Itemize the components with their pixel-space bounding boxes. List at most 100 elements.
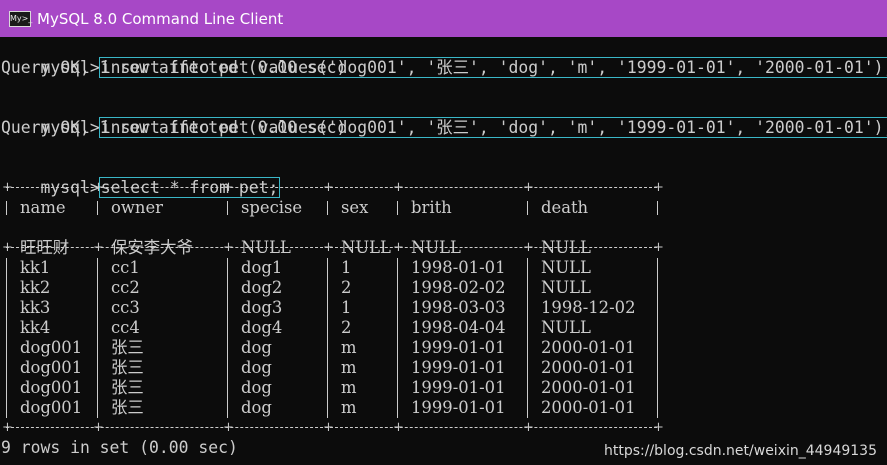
table-cell: 张三 bbox=[111, 378, 144, 397]
table-column-divider bbox=[6, 258, 7, 418]
watermark: https://blog.csdn.net/weixin_44949135 bbox=[603, 443, 877, 459]
table-cell: dog bbox=[241, 358, 272, 377]
result-line: Query OK, 1 row affected (0.00 sec) bbox=[1, 58, 347, 77]
table-cell: dog001 bbox=[20, 378, 83, 397]
table-border-corner: + bbox=[523, 420, 534, 435]
table-border-corner: + bbox=[93, 420, 104, 435]
table-border-corner: + bbox=[323, 240, 334, 255]
table-border-corner: + bbox=[393, 240, 404, 255]
table-border-corner: + bbox=[93, 240, 104, 255]
table-border-corner: + bbox=[2, 240, 13, 255]
table-cell: m bbox=[341, 358, 357, 377]
table-cell: m bbox=[341, 378, 357, 397]
command-line: mysql>select * from pet; bbox=[1, 158, 281, 198]
table-column-divider bbox=[97, 258, 98, 418]
column-header-sex: sex bbox=[341, 198, 369, 217]
table-cell: kk3 bbox=[20, 298, 51, 317]
column-header-owner: owner bbox=[111, 198, 163, 217]
table-column-divider bbox=[527, 258, 528, 418]
result-line: 9 rows in set (0.00 sec) bbox=[1, 438, 238, 457]
table-cell: dog bbox=[241, 378, 272, 397]
table-cell: 1998-04-04 bbox=[411, 318, 506, 337]
table-column-divider bbox=[6, 201, 7, 215]
table-cell: kk2 bbox=[20, 278, 51, 297]
table-cell: 1999-01-01 bbox=[411, 358, 506, 377]
result-line: Query OK, 1 row affected (0.00 sec) bbox=[1, 118, 347, 137]
table-cell: dog001 bbox=[20, 338, 83, 357]
table-border-corner: + bbox=[223, 180, 234, 195]
column-header-brith: brith bbox=[411, 198, 452, 217]
table-border-corner: + bbox=[653, 240, 664, 255]
table-border-corner: + bbox=[2, 420, 13, 435]
table-cell: 2000-01-01 bbox=[541, 398, 636, 417]
table-cell: cc2 bbox=[111, 278, 140, 297]
table-cell: NULL bbox=[541, 238, 591, 257]
table-cell: 2000-01-01 bbox=[541, 358, 636, 377]
command-line: mysql>insert into pet values('dog001', '… bbox=[1, 98, 887, 138]
table-border-corner: + bbox=[653, 420, 664, 435]
table-cell: 1998-03-03 bbox=[411, 298, 506, 317]
table-border-corner: + bbox=[2, 180, 13, 195]
table-cell: 1998-01-01 bbox=[411, 258, 506, 277]
table-border-corner: + bbox=[223, 240, 234, 255]
command-line: mysql>insert into pet values('dog001', '… bbox=[1, 38, 887, 78]
table-cell: m bbox=[341, 398, 357, 417]
table-cell: dog2 bbox=[241, 278, 283, 297]
table-cell: 1998-02-02 bbox=[411, 278, 506, 297]
table-cell: 张三 bbox=[111, 358, 144, 377]
table-cell: NULL bbox=[411, 238, 461, 257]
table-cell: kk4 bbox=[20, 318, 51, 337]
table-cell: dog001 bbox=[20, 358, 83, 377]
table-border-corner: + bbox=[523, 180, 534, 195]
table-border-corner: + bbox=[323, 420, 334, 435]
table-cell: 1999-01-01 bbox=[411, 378, 506, 397]
table-cell: 旺旺财 bbox=[20, 238, 70, 257]
table-cell: NULL bbox=[341, 238, 391, 257]
column-header-specise: specise bbox=[241, 198, 303, 217]
table-cell: kk1 bbox=[20, 258, 51, 277]
table-column-divider bbox=[227, 201, 228, 215]
table-border-corner: + bbox=[393, 420, 404, 435]
table-cell: 1999-01-01 bbox=[411, 398, 506, 417]
table-cell: 1998-12-02 bbox=[541, 298, 636, 317]
table-border-corner: + bbox=[323, 180, 334, 195]
table-cell: 1 bbox=[341, 258, 352, 277]
table-border-corner: + bbox=[653, 180, 664, 195]
table-cell: dog bbox=[241, 338, 272, 357]
table-cell: NULL bbox=[241, 238, 291, 257]
table-column-divider bbox=[97, 201, 98, 215]
console-output[interactable]: mysql>insert into pet values('dog001', '… bbox=[0, 37, 887, 465]
table-cell: NULL bbox=[541, 278, 591, 297]
table-column-divider bbox=[327, 258, 328, 418]
table-border-corner: + bbox=[523, 240, 534, 255]
table-cell: 2 bbox=[341, 278, 352, 297]
title-bar[interactable]: My>_ MySQL 8.0 Command Line Client bbox=[0, 0, 887, 37]
table-cell: NULL bbox=[541, 258, 591, 277]
column-header-name: name bbox=[20, 198, 66, 217]
table-cell: dog001 bbox=[20, 398, 83, 417]
table-cell: NULL bbox=[541, 318, 591, 337]
table-cell: 张三 bbox=[111, 398, 144, 417]
table-cell: cc4 bbox=[111, 318, 140, 337]
table-cell: 2 bbox=[341, 318, 352, 337]
table-column-divider bbox=[657, 258, 658, 418]
column-header-death: death bbox=[541, 198, 589, 217]
table-column-divider bbox=[397, 258, 398, 418]
table-cell: dog4 bbox=[241, 318, 283, 337]
table-cell: 2000-01-01 bbox=[541, 378, 636, 397]
table-cell: cc1 bbox=[111, 258, 140, 277]
table-column-divider bbox=[657, 201, 658, 215]
table-column-divider bbox=[227, 258, 228, 418]
table-column-divider bbox=[327, 201, 328, 215]
table-cell: 2000-01-01 bbox=[541, 338, 636, 357]
table-cell: dog bbox=[241, 398, 272, 417]
table-cell: cc3 bbox=[111, 298, 140, 317]
table-cell: 张三 bbox=[111, 338, 144, 357]
window-title: MySQL 8.0 Command Line Client bbox=[37, 9, 284, 28]
table-column-divider bbox=[527, 201, 528, 215]
table-cell: dog3 bbox=[241, 298, 283, 317]
table-cell: m bbox=[341, 338, 357, 357]
table-column-divider bbox=[397, 201, 398, 215]
table-border-corner: + bbox=[93, 180, 104, 195]
table-border-corner: + bbox=[393, 180, 404, 195]
